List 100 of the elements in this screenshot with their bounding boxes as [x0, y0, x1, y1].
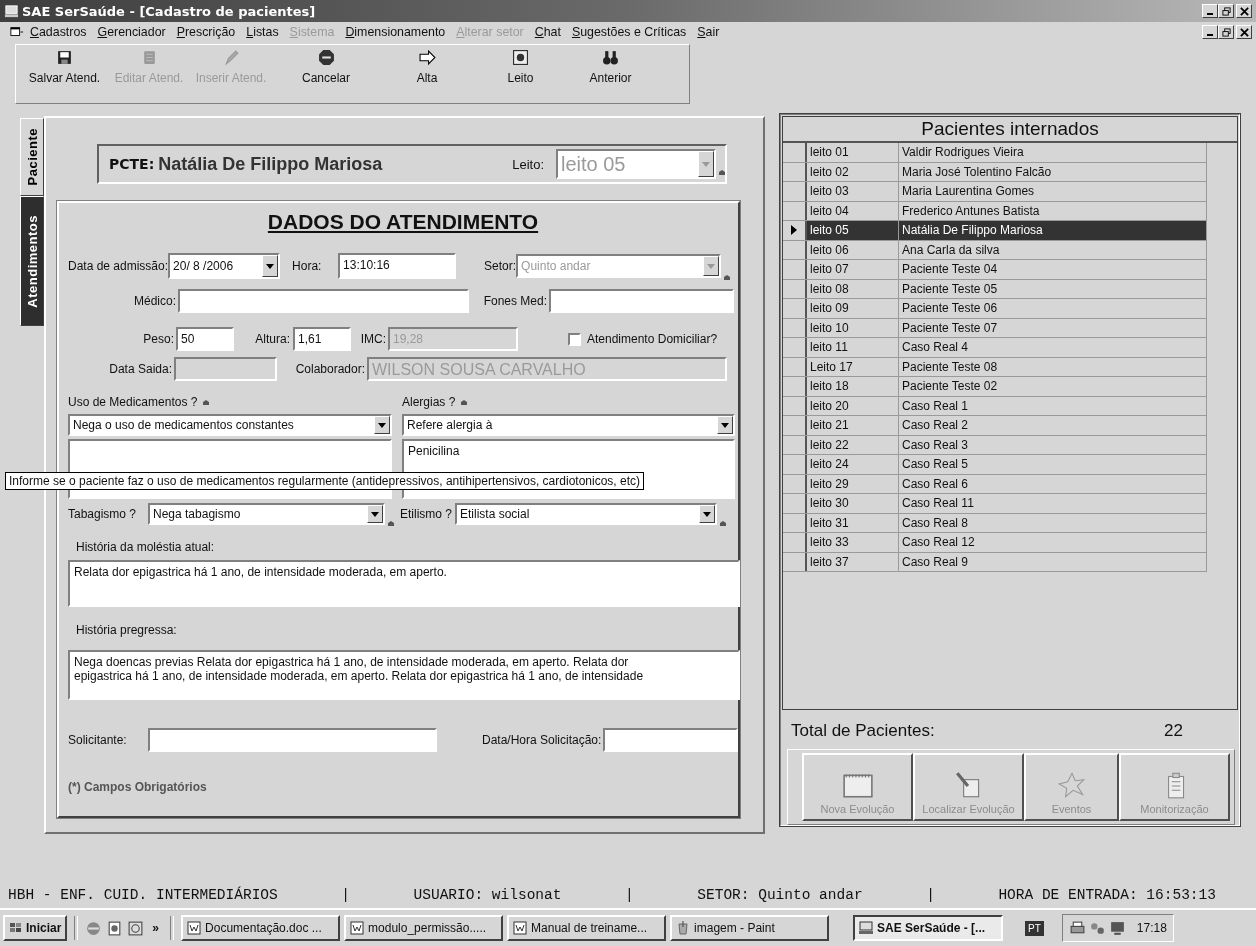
close-icon [1239, 6, 1249, 16]
table-row[interactable]: leito 01 Valdir Rodrigues Vieira [783, 143, 1207, 163]
toolbar-button[interactable]: Alta [381, 49, 473, 99]
field-label: Data de admissão: [68, 259, 169, 273]
stop-sign-icon [317, 49, 335, 66]
menu-item[interactable]: Gerenciador [97, 25, 166, 39]
side-tab[interactable]: Paciente [20, 118, 44, 196]
checkbox[interactable] [568, 332, 581, 346]
table-cell-text: Caso Real 1 [901, 397, 970, 415]
minimize-button[interactable] [1202, 25, 1218, 39]
close-button[interactable] [1236, 25, 1252, 39]
taskbar-button[interactable]: modulo_permissão..... [344, 915, 504, 941]
table-row[interactable]: leito 05 Natália De Filippo Mariosa [783, 221, 1207, 241]
side-tab[interactable]: Atendimentos [20, 196, 44, 326]
menu-item[interactable]: Dimensionamento [345, 25, 446, 39]
taskbar-button[interactable]: Documentação.doc ... [181, 915, 341, 941]
field-label: Alergias ? [402, 395, 456, 409]
table-row[interactable]: leito 03 Maria Laurentina Gomes [783, 182, 1207, 202]
table-cell: leito 18 [807, 377, 899, 396]
text-area[interactable]: Nega doencas previas Relata dor epigastrica há 1 ano, de intensidade moderada, em aperto. Relata dor epigastrica há 1 ano, de intensidade moderada, em aperto. Relata dor epigastrica há 1 ano, de intensidade [68, 650, 740, 700]
caret-icon [266, 263, 275, 269]
table-row[interactable]: leito 02 Maria José Tolentino Falcão [783, 162, 1207, 182]
table-row[interactable]: leito 33 Caso Real 12 [783, 533, 1207, 553]
toolbar-button[interactable]: Anterior [568, 49, 653, 99]
input-field[interactable] [603, 728, 738, 752]
table-row[interactable]: leito 20 Caso Real 1 [783, 396, 1207, 416]
caret-icon [721, 422, 729, 428]
language-indicator[interactable]: PT [1025, 920, 1044, 936]
table-row[interactable]: leito 09 Paciente Teste 06 [783, 299, 1207, 319]
table-cell: leito 03 [807, 182, 899, 201]
section-title: DADOS DO ATENDIMENTO [266, 209, 540, 235]
table-row[interactable]: leito 24 Caso Real 5 [783, 455, 1207, 475]
input-field[interactable] [549, 289, 734, 313]
computer-icon[interactable] [1108, 919, 1126, 937]
table-row[interactable]: leito 11 Caso Real 4 [783, 338, 1207, 358]
status-text: HORA DE ENTRADA: 16:53:13 [998, 887, 1216, 903]
table-row[interactable]: Leito 17 Paciente Teste 08 [783, 357, 1207, 377]
dropdown[interactable]: Nega tabagismo [148, 503, 385, 525]
dropdown[interactable]: Refere alergia à [402, 414, 735, 436]
restore-icon [1221, 6, 1231, 16]
table-cell-text: Paciente Teste 06 [901, 300, 999, 318]
menu-item[interactable]: Chat [534, 25, 561, 39]
computer-icon [4, 3, 19, 19]
arrow-icon [418, 49, 436, 66]
table-cell: leito 33 [807, 533, 899, 552]
field-label: Data Saida: [108, 362, 172, 376]
text-area[interactable]: Relata dor epigastrica há 1 ano, de intensidade moderada, em aperto. [68, 560, 740, 607]
paint-cup-icon [676, 921, 691, 935]
binoculars-icon [602, 49, 619, 66]
close-button[interactable] [1236, 4, 1252, 18]
dropdown[interactable]: Nega o uso de medicamentos constantes [68, 414, 392, 436]
menu-item[interactable]: Cadastros [30, 25, 87, 39]
table-row[interactable]: leito 07 Paciente Teste 04 [783, 260, 1207, 280]
required-mark-icon [720, 521, 726, 526]
table-row[interactable]: leito 18 Paciente Teste 02 [783, 377, 1207, 397]
taskbar-button[interactable]: imagem - Paint [670, 915, 830, 941]
input-field[interactable]: 1,61 [293, 327, 351, 351]
table-row[interactable]: leito 21 Caso Real 2 [783, 416, 1207, 436]
date-dropdown[interactable]: 20/ 8 /2006 [168, 253, 281, 279]
table-cell: leito 22 [807, 435, 899, 454]
table-row[interactable]: leito 10 Paciente Teste 07 [783, 318, 1207, 338]
status-text: HBH - ENF. CUID. INTERMEDIÁRIOS [8, 887, 278, 903]
menu-item[interactable]: Listas [246, 25, 279, 39]
minimize-button[interactable] [1202, 4, 1218, 18]
flag-icon [9, 922, 23, 934]
input-field[interactable]: 50 [176, 327, 234, 351]
dropdown[interactable]: Etilista social [455, 503, 717, 525]
input-field[interactable] [178, 289, 469, 313]
table-cell: leito 01 [807, 143, 899, 162]
footnote: (*) Campos Obrigatórios [68, 779, 208, 796]
menu-item[interactable]: Sugestões e Críticas [571, 25, 687, 39]
input-field[interactable]: 13:10:16 [338, 253, 457, 279]
taskbar-button[interactable]: Manual de treiname... [507, 915, 667, 941]
table-row[interactable]: leito 31 Caso Real 8 [783, 513, 1207, 533]
restore-button[interactable] [1218, 4, 1234, 18]
table-row[interactable]: leito 30 Caso Real 11 [783, 494, 1207, 514]
caret-icon [371, 511, 379, 517]
input-field[interactable] [147, 728, 437, 752]
status-text: | [625, 887, 634, 903]
more-button[interactable]: » [152, 921, 160, 935]
field-label: História pregressa: [76, 623, 177, 637]
table-row[interactable]: leito 06 Ana Carla da silva [783, 240, 1207, 260]
toolbar-button[interactable]: Leito [473, 49, 568, 99]
table-cell: leito 04 [807, 201, 899, 220]
table-cell-text: Caso Real 11 [901, 495, 975, 513]
table-row[interactable]: leito 37 Caso Real 9 [783, 552, 1207, 572]
menu-item[interactable]: Sair [697, 25, 720, 39]
table-row[interactable]: leito 08 Paciente Teste 05 [783, 279, 1207, 299]
field-label: Fones Med: [482, 294, 547, 308]
restore-button[interactable] [1218, 25, 1234, 39]
menu-item[interactable]: Prescrição [176, 25, 236, 39]
start-button[interactable]: Iniciar [3, 915, 68, 941]
clock: 17:18 [1136, 921, 1167, 935]
table-row[interactable]: leito 22 Caso Real 3 [783, 435, 1207, 455]
status-text: | [926, 887, 935, 903]
pen-icon [222, 49, 240, 66]
toolbar-button[interactable]: Cancelar [271, 49, 381, 99]
table-row[interactable]: leito 29 Caso Real 6 [783, 474, 1207, 494]
toolbar-button[interactable]: Salvar Atend. [22, 49, 107, 99]
taskbar-button[interactable]: SAE SerSaúde - [... [853, 915, 1004, 941]
